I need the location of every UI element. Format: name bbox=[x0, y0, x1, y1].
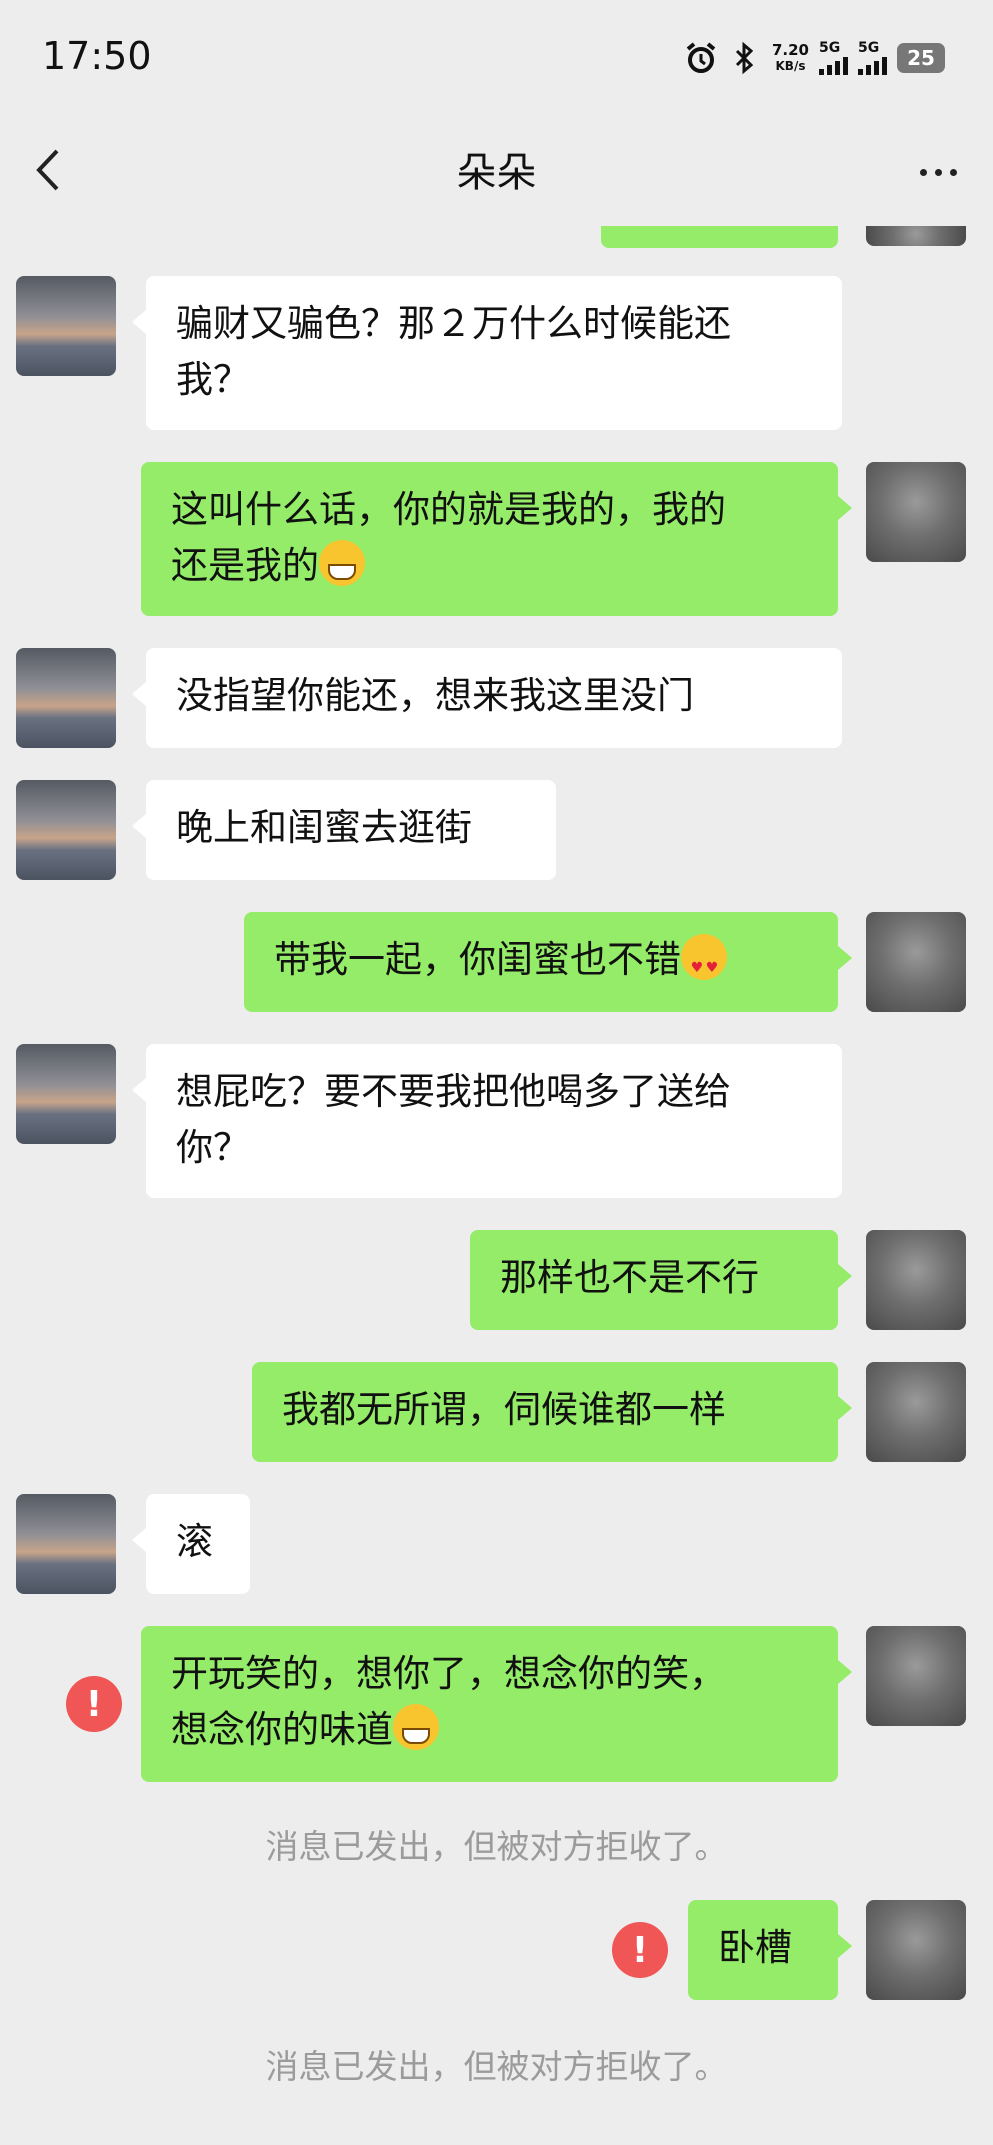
message-text: 这叫什么话，你的就是我的，我的 bbox=[171, 488, 726, 531]
message-text: 带我一起，你闺蜜也不错 bbox=[274, 938, 681, 981]
message-text: 我都无所谓，伺候谁都一样 bbox=[282, 1388, 726, 1431]
avatar-self[interactable] bbox=[866, 1626, 966, 1726]
message-text: 你？ bbox=[176, 1126, 250, 1169]
message-received[interactable]: 晚上和闺蜜去逛街 bbox=[132, 780, 556, 880]
message-received[interactable]: 没指望你能还，想来我这里没门 bbox=[132, 648, 842, 748]
send-failed-icon[interactable]: ! bbox=[66, 1676, 122, 1732]
bluetooth-icon bbox=[728, 41, 762, 75]
avatar-self[interactable] bbox=[866, 912, 966, 1012]
message-text: 想屁吃？要不要我把他喝多了送给 bbox=[176, 1070, 731, 1113]
message-text: 开玩笑的，想你了，想念你的笑， bbox=[171, 1652, 726, 1695]
chat-header: 朵朵 bbox=[0, 110, 993, 226]
grinning-face-emoji-icon bbox=[319, 540, 365, 586]
network-speed-value: 7.20 bbox=[771, 41, 809, 59]
status-time: 17:50 bbox=[42, 34, 152, 78]
signal-icon: 5G bbox=[819, 41, 848, 75]
signal-2-label: 5G bbox=[858, 40, 880, 56]
status-icons: 7.20 KB/s 5G 5G 25 bbox=[684, 36, 945, 80]
message-sent[interactable]: 这叫什么话，你的就是我的，我的 还是我的 bbox=[141, 462, 852, 616]
more-dots-icon bbox=[916, 161, 961, 180]
avatar-contact[interactable] bbox=[16, 276, 116, 376]
heart-eyes-emoji-icon bbox=[681, 934, 727, 996]
message-received[interactable]: 滚 bbox=[132, 1494, 250, 1594]
system-notice: 消息已发出，但被对方拒收了。 bbox=[265, 2047, 728, 2086]
chat-title: 朵朵 bbox=[456, 150, 537, 196]
message-received[interactable]: 骗财又骗色？那２万什么时候能还 我？ bbox=[132, 276, 842, 430]
message-received[interactable]: 想屁吃？要不要我把他喝多了送给 你？ bbox=[132, 1044, 842, 1198]
message-text: 那样也不是不行 bbox=[500, 1256, 759, 1299]
avatar-contact[interactable] bbox=[16, 1044, 116, 1144]
message-text: 骗财又骗色？那２万什么时候能还 bbox=[176, 302, 731, 345]
avatar-contact[interactable] bbox=[16, 648, 116, 748]
partial-sent-bubble bbox=[601, 226, 838, 248]
message-text: 没指望你能还，想来我这里没门 bbox=[176, 674, 694, 717]
avatar-self-partial bbox=[866, 226, 966, 246]
grinning-face-emoji-icon bbox=[393, 1704, 439, 1750]
message-sent[interactable]: 我都无所谓，伺候谁都一样 bbox=[252, 1362, 852, 1462]
message-sent[interactable]: 开玩笑的，想你了，想念你的笑， 想念你的味道 bbox=[141, 1626, 852, 1782]
message-sent[interactable]: 那样也不是不行 bbox=[470, 1230, 852, 1330]
message-text: 滚 bbox=[176, 1520, 213, 1563]
message-sent[interactable]: 卧槽 bbox=[688, 1900, 852, 2000]
message-sent[interactable]: 带我一起，你闺蜜也不错 bbox=[244, 912, 852, 1012]
network-speed-unit: KB/s bbox=[775, 59, 806, 73]
avatar-self[interactable] bbox=[866, 1362, 966, 1462]
avatar-contact[interactable] bbox=[16, 780, 116, 880]
avatar-self[interactable] bbox=[866, 1900, 966, 2000]
signal-icon: 5G bbox=[858, 41, 887, 75]
signal-1-label: 5G bbox=[819, 40, 841, 56]
send-failed-icon[interactable]: ! bbox=[612, 1922, 668, 1978]
battery-icon: 25 bbox=[897, 43, 945, 73]
message-text: 还是我的 bbox=[171, 544, 319, 587]
more-button[interactable] bbox=[903, 140, 973, 200]
alarm-icon bbox=[684, 41, 718, 75]
avatar-contact[interactable] bbox=[16, 1494, 116, 1594]
status-bar: 17:50 7.20 KB/s 5G 5G 25 bbox=[0, 0, 993, 110]
avatar-self[interactable] bbox=[866, 1230, 966, 1330]
message-text: 晚上和闺蜜去逛街 bbox=[176, 806, 472, 849]
message-text: 卧槽 bbox=[718, 1926, 792, 1969]
message-text: 想念你的味道 bbox=[171, 1708, 393, 1751]
system-notice: 消息已发出，但被对方拒收了。 bbox=[265, 1827, 728, 1866]
avatar-self[interactable] bbox=[866, 462, 966, 562]
network-speed: 7.20 KB/s bbox=[772, 42, 809, 74]
message-text: 我？ bbox=[176, 358, 250, 401]
